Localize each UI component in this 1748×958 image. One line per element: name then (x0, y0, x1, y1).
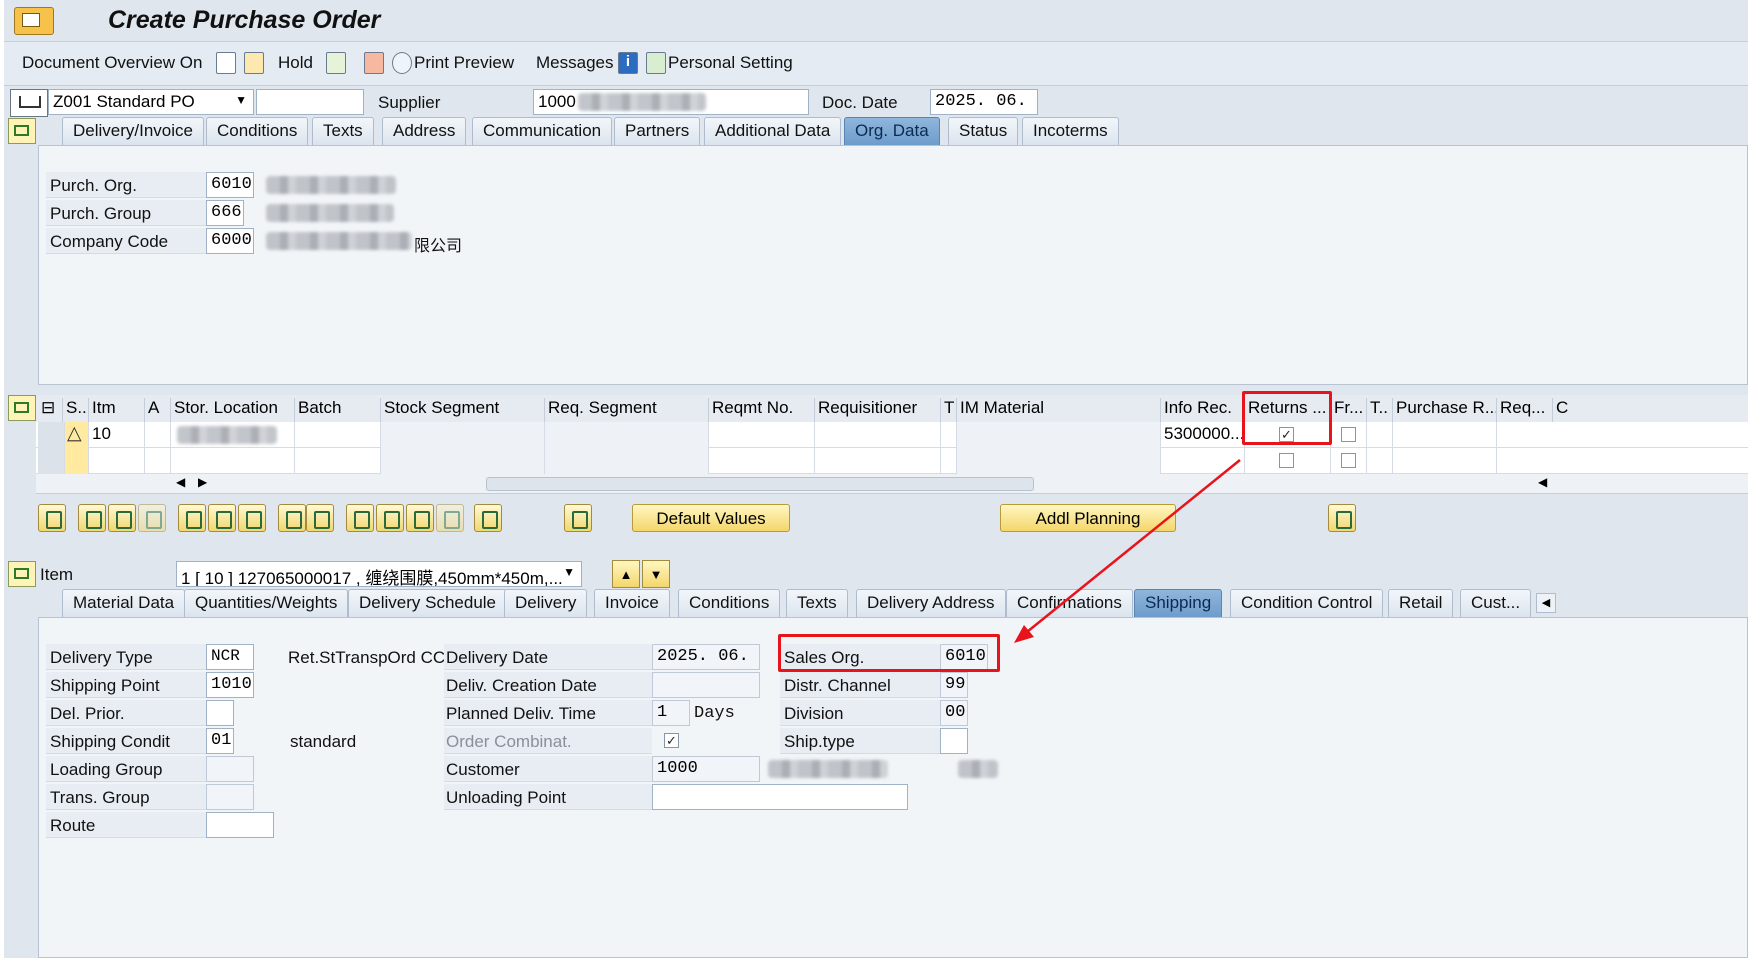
annotation-arrow (1014, 459, 1241, 643)
arrow-line (1021, 459, 1241, 637)
